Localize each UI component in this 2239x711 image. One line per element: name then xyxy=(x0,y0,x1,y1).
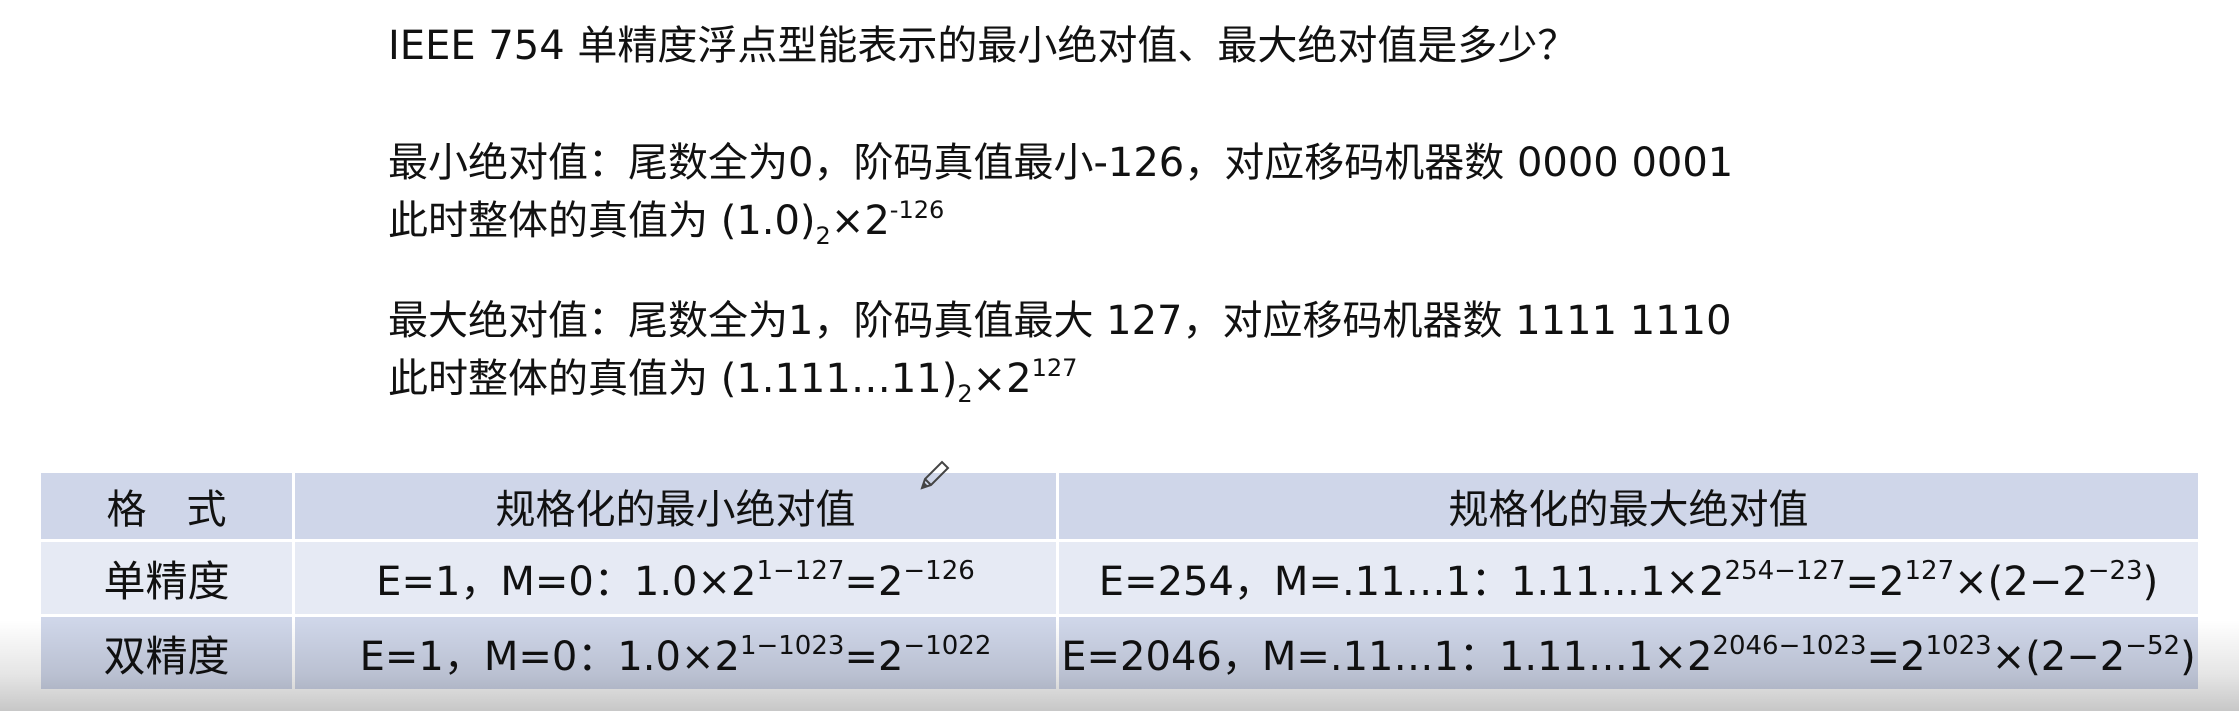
min-abs-line2: 此时整体的真值为 (1.0)2×2-126 xyxy=(388,192,1733,250)
header-max: 规格化的最大绝对值 xyxy=(1056,470,2201,542)
max-exp1: 254−127 xyxy=(1724,556,1846,586)
max-abs-exp: 127 xyxy=(1031,354,1078,382)
min-abs-line2-prefix: 此时整体的真值为 (1.0) xyxy=(388,198,816,244)
max-abs-line2-prefix: 此时整体的真值为 (1.111…11) xyxy=(388,356,958,402)
min-abs-times: ×2 xyxy=(830,198,890,244)
format-cell: 单精度 xyxy=(38,539,295,617)
max-exp3: −52 xyxy=(2125,631,2181,661)
max-exp1: 2046−1023 xyxy=(1712,631,1867,661)
min-cell: E=1，M=0：1.0×21−127=2−126 xyxy=(292,539,1059,617)
format-table: 格 式 规格化的最小绝对值 规格化的最大绝对值 单精度 E=1，M=0：1.0×… xyxy=(38,470,2201,692)
min-eq: =2 xyxy=(844,559,904,605)
min-exp1: 1−1023 xyxy=(739,631,845,661)
max-close: ) xyxy=(2180,634,2196,680)
min-exp2: −126 xyxy=(903,556,975,586)
max-cell: E=2046，M=.11…1：1.11…1×22046−1023=21023×(… xyxy=(1056,614,2201,692)
max-factor: ×(2−2 xyxy=(1954,559,2088,605)
table-header-row: 格 式 规格化的最小绝对值 规格化的最大绝对值 xyxy=(38,470,2201,542)
format-cell: 双精度 xyxy=(38,614,295,692)
max-eq: =2 xyxy=(1866,634,1926,680)
slide: IEEE 754 单精度浮点型能表示的最小绝对值、最大绝对值是多少？ 最小绝对值… xyxy=(0,0,2239,711)
min-exp2: −1022 xyxy=(903,631,992,661)
table-row: 双精度 E=1，M=0：1.0×21−1023=2−1022 E=2046，M=… xyxy=(38,614,2201,692)
pencil-cursor-icon xyxy=(920,460,950,490)
max-formula: E=254，M=.11…1：1.11…1×2 xyxy=(1098,559,1725,605)
max-exp2: 1023 xyxy=(1925,631,1992,661)
min-formula: E=1，M=0：1.0×2 xyxy=(376,559,757,605)
min-abs-exp: -126 xyxy=(889,196,945,224)
max-exp2: 127 xyxy=(1904,556,1955,586)
max-close: ) xyxy=(2142,559,2159,605)
max-exp3: −23 xyxy=(2087,556,2143,586)
min-abs-base: 2 xyxy=(815,222,831,250)
min-abs-paragraph: 最小绝对值：尾数全为0，阶码真值最小-126，对应移码机器数 0000 0001… xyxy=(388,134,1733,250)
max-abs-line1: 最大绝对值：尾数全为1，阶码真值最大 127，对应移码机器数 1111 1110 xyxy=(388,298,1732,344)
min-formula: E=1，M=0：1.0×2 xyxy=(359,634,740,680)
format-table-wrapper: 格 式 规格化的最小绝对值 规格化的最大绝对值 单精度 E=1，M=0：1.0×… xyxy=(38,470,2201,692)
table-row: 单精度 E=1，M=0：1.0×21−127=2−126 E=254，M=.11… xyxy=(38,539,2201,617)
min-cell: E=1，M=0：1.0×21−1023=2−1022 xyxy=(292,614,1059,692)
max-abs-times: ×2 xyxy=(972,356,1032,402)
max-formula: E=2046，M=.11…1：1.11…1×2 xyxy=(1061,634,1713,680)
question-text: IEEE 754 单精度浮点型能表示的最小绝对值、最大绝对值是多少？ xyxy=(388,23,1578,69)
max-abs-line2: 此时整体的真值为 (1.111…11)2×2127 xyxy=(388,350,1732,408)
max-factor: ×(2−2 xyxy=(1991,634,2126,680)
max-eq: =2 xyxy=(1845,559,1905,605)
min-abs-line1: 最小绝对值：尾数全为0，阶码真值最小-126，对应移码机器数 0000 0001 xyxy=(388,140,1734,186)
min-exp1: 1−127 xyxy=(756,556,845,586)
max-abs-base: 2 xyxy=(957,380,973,408)
header-format: 格 式 xyxy=(38,470,295,542)
min-eq: =2 xyxy=(844,634,904,680)
max-cell: E=254，M=.11…1：1.11…1×2254−127=2127×(2−2−… xyxy=(1056,539,2201,617)
max-abs-paragraph: 最大绝对值：尾数全为1，阶码真值最大 127，对应移码机器数 1111 1110… xyxy=(388,292,1732,408)
